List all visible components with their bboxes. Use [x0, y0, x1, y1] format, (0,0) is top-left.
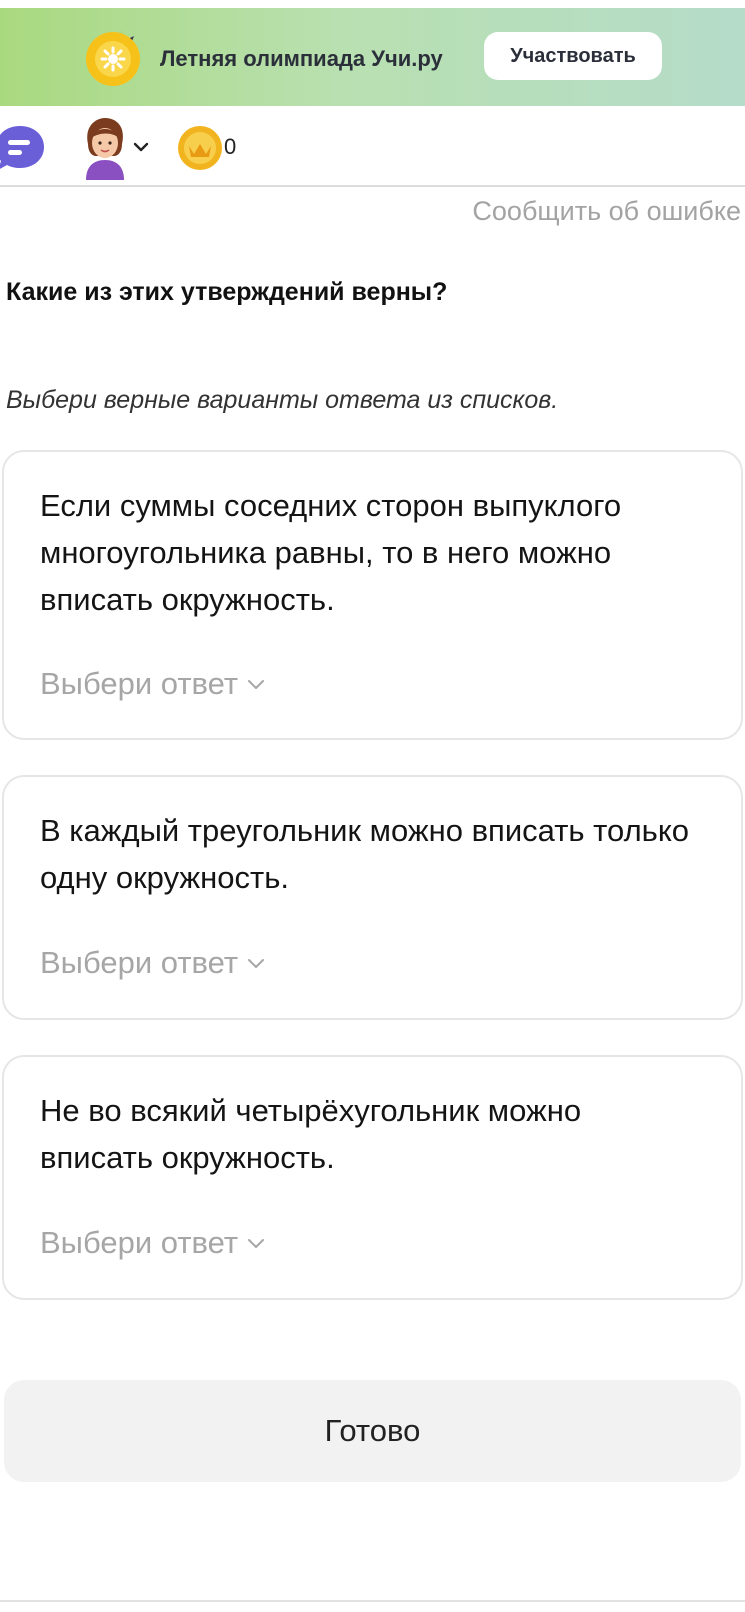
banner-title: Летняя олимпиада Учи.ру	[160, 46, 443, 71]
report-error-link[interactable]: Сообщить об ошибке	[472, 196, 741, 227]
answer-select[interactable]: Выбери ответ	[40, 1225, 266, 1261]
chevron-down-icon[interactable]	[132, 140, 150, 154]
chevron-down-icon	[248, 1239, 265, 1248]
answer-select[interactable]: Выбери ответ	[40, 666, 266, 702]
statement-text: В каждый треугольник можно вписать тольк…	[40, 813, 689, 895]
statement-text: Не во всякий четырёхугольник можно вписа…	[40, 1093, 582, 1175]
bottom-divider	[0, 1600, 745, 1602]
chevron-down-icon	[248, 959, 265, 968]
top-bar: 0	[0, 106, 745, 186]
coin-count: 0	[224, 134, 237, 159]
question-title: Какие из этих утверждений верны?	[6, 278, 448, 306]
statement-card: В каждый треугольник можно вписать тольк…	[2, 775, 743, 1020]
statement-text: Если суммы соседних сторон выпуклого мно…	[40, 488, 622, 617]
answer-select[interactable]: Выбери ответ	[40, 945, 266, 981]
coin-icon	[178, 126, 222, 170]
done-button[interactable]: Готово	[4, 1380, 741, 1482]
chevron-down-icon	[248, 680, 265, 689]
sun-logo-icon	[86, 30, 140, 86]
header-divider	[0, 185, 745, 187]
statement-card: Если суммы соседних сторон выпуклого мно…	[2, 450, 743, 740]
promo-banner[interactable]: Летняя олимпиада Учи.ру Участвовать	[0, 8, 745, 106]
answer-select-label: Выбери ответ	[40, 666, 239, 701]
answer-select-label: Выбери ответ	[40, 945, 239, 980]
chat-icon[interactable]	[0, 124, 46, 172]
question-hint: Выбери верные варианты ответа из списков…	[6, 386, 559, 414]
answer-select-label: Выбери ответ	[40, 1225, 239, 1260]
participate-button[interactable]: Участвовать	[484, 32, 662, 80]
statement-card: Не во всякий четырёхугольник можно вписа…	[2, 1055, 743, 1300]
user-avatar[interactable]	[78, 116, 132, 180]
